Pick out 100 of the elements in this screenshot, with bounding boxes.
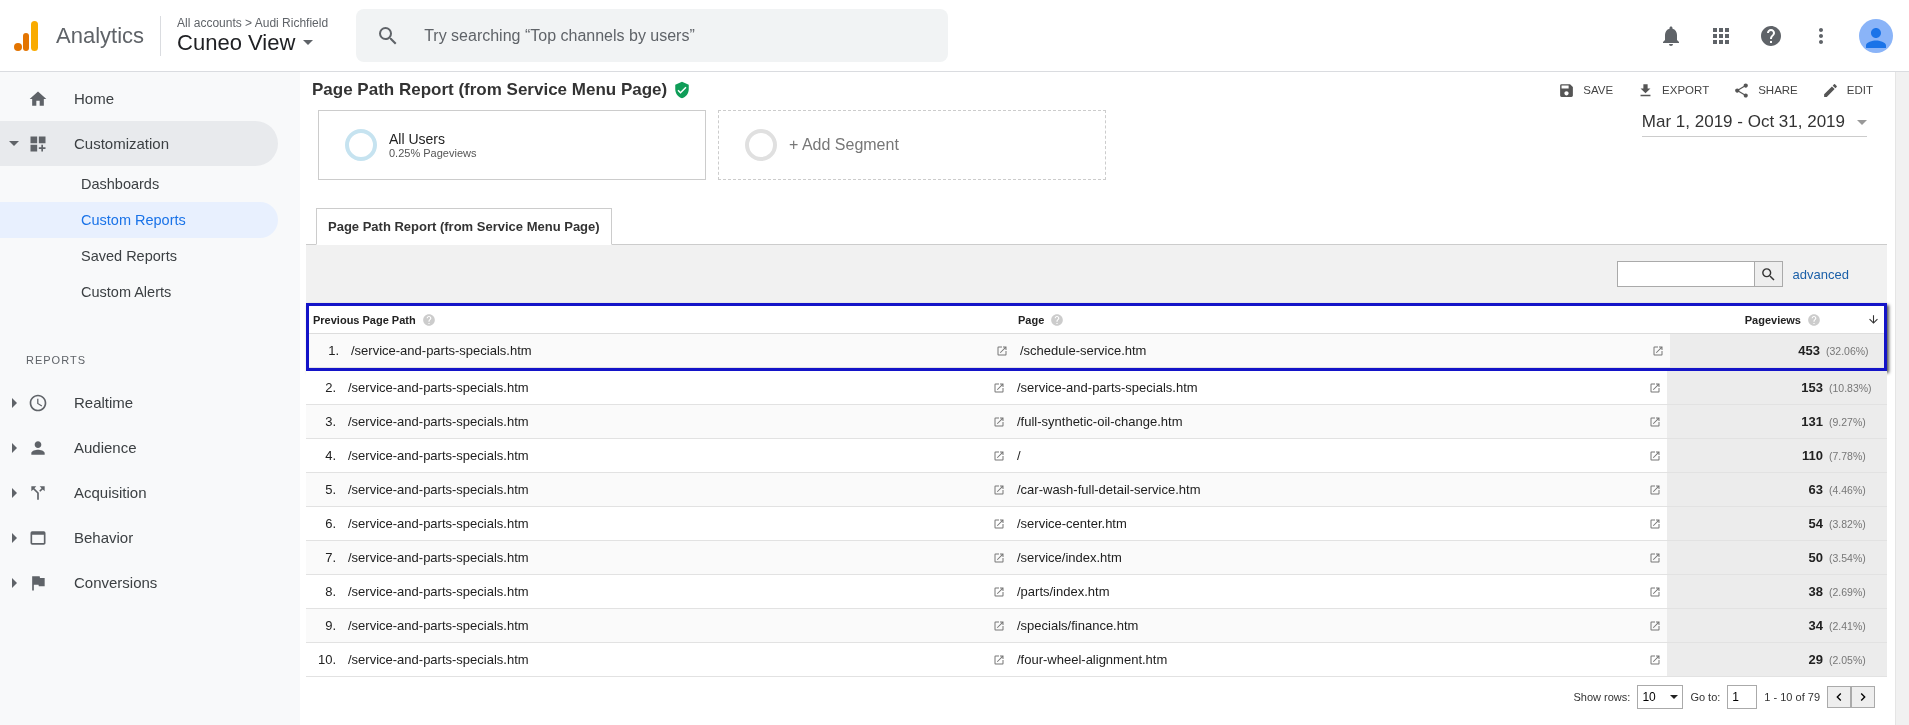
open-link-icon[interactable] [1649,415,1661,428]
open-link-icon[interactable] [993,415,1005,428]
row-number: 5. [324,482,337,497]
report-tab[interactable]: Page Path Report (from Service Menu Page) [316,208,612,245]
search-button[interactable] [1753,262,1782,286]
sidebar-subitem[interactable]: Saved Reports [0,238,278,274]
table-cell-text: /car-wash-full-detail-service.htm [1017,482,1202,497]
open-link-icon[interactable] [993,585,1005,598]
section-heading: REPORTS [26,354,87,366]
open-link-icon[interactable] [993,449,1005,462]
pageviews-value: 63 [1808,482,1823,497]
open-link-icon[interactable] [1649,381,1661,394]
table-cell-text: /service-center.htm [1017,516,1128,531]
open-link-icon[interactable] [1649,517,1661,530]
pageviews-share: (2.41%) [1829,619,1867,632]
pageviews-value: 131 [1801,414,1823,429]
caret-icon [1670,695,1679,699]
product-name: Analytics [56,22,145,49]
pageviews-share: (10.83%) [1829,381,1873,394]
open-link-icon[interactable] [996,344,1008,357]
open-link-icon[interactable] [1649,653,1661,666]
goto-label: Go to: [1690,691,1721,703]
sidebar-item[interactable]: Realtime [0,380,278,425]
open-link-icon[interactable] [1649,585,1661,598]
next-page-button[interactable] [1851,686,1875,708]
search-icon [1759,265,1777,283]
open-link-icon[interactable] [1649,619,1661,632]
sidebar-subitem[interactable]: Custom Reports [0,202,278,238]
sidebar-item[interactable]: Acquisition [0,470,278,515]
open-link-icon[interactable] [993,619,1005,632]
view-selector[interactable]: Cuneo View [177,29,329,56]
open-link-icon[interactable] [993,551,1005,564]
date-range-picker[interactable]: Mar 1, 2019 - Oct 31, 2019 [1641,110,1867,137]
table-cell-text: /specials/finance.htm [1017,618,1140,633]
caret-icon [11,577,17,588]
segment-detail: 0.25% Pageviews [389,147,477,159]
table-cell-text: /service/index.htm [1017,550,1123,565]
pageviews-value: 153 [1801,380,1823,395]
row-number: 3. [324,414,337,429]
table-cell-text: /service-and-parts-specials.htm [348,448,530,463]
table-cell-text: /service-and-parts-specials.htm [348,652,530,667]
toolbar-action[interactable]: EXPORT [1637,81,1710,99]
open-link-icon[interactable] [1649,449,1661,462]
caret-icon [1857,119,1867,125]
toolbar-action[interactable]: SHARE [1733,81,1798,99]
page-range: 1 - 10 of 79 [1764,691,1820,703]
open-link-icon[interactable] [1649,483,1661,496]
pageviews-share: (32.06%) [1826,344,1870,357]
sort-arrow-icon[interactable] [1867,313,1880,326]
account-breadcrumb[interactable]: All accounts > Audi Richfield [177,15,329,30]
table-cell-text: /service-and-parts-specials.htm [1017,380,1199,395]
pageviews-value: 110 [1802,448,1823,463]
segment-card[interactable]: + Add Segment [718,110,1106,180]
sidebar-subitem[interactable]: Dashboards [0,166,278,202]
open-link-icon[interactable] [993,381,1005,394]
shield-check-icon [673,81,692,99]
search-field[interactable]: Try searching “Top channels by users” [356,9,949,62]
pageviews-value: 453 [1798,343,1820,358]
caret-icon [11,442,17,453]
sidebar-subitem[interactable]: Custom Alerts [0,274,278,310]
open-link-icon[interactable] [993,653,1005,666]
sidebar-item[interactable]: Audience [0,425,278,470]
pageviews-share: (2.69%) [1829,585,1867,598]
sidebar-item[interactable]: Behavior [0,515,278,560]
row-number: 6. [324,516,337,531]
help-icon[interactable] [1759,23,1783,48]
segment-card[interactable]: All Users 0.25% Pageviews [318,110,706,180]
column-header[interactable]: Previous Page Path [313,313,416,326]
pencil-icon [1821,81,1839,99]
avatar[interactable] [1859,18,1893,53]
open-link-icon[interactable] [1649,551,1661,564]
toolbar-action[interactable]: SAVE [1558,81,1614,99]
rows-select[interactable]: 10 [1637,685,1684,709]
table-cell-text: /service-and-parts-specials.htm [351,343,533,358]
segment-name: All Users [389,131,446,147]
pageviews-value: 54 [1808,516,1823,531]
toolbar-action[interactable]: EDIT [1821,81,1873,99]
pageviews-value: 38 [1808,584,1823,599]
pageviews-share: (3.82%) [1829,517,1867,530]
row-number: 9. [324,618,337,633]
save-icon [1558,81,1576,99]
open-link-icon[interactable] [1652,344,1664,357]
sidebar-item[interactable]: Conversions [0,560,278,605]
sidebar-item[interactable]: Customization [0,121,278,166]
previous-page-button[interactable] [1827,686,1851,708]
advanced-link[interactable]: advanced [1792,266,1849,282]
pageviews-share: (3.54%) [1829,551,1867,564]
column-header[interactable]: Page [1018,313,1045,326]
row-number: 2. [324,380,337,395]
sidebar-item[interactable]: Home [0,76,278,121]
filter-field[interactable] [1616,261,1783,287]
scrollbar[interactable] [1895,72,1909,725]
report-title: Page Path Report (from Service Menu Page) [312,80,668,100]
search-input[interactable]: Try searching “Top channels by users” [422,25,929,46]
caret-icon [11,487,17,498]
open-link-icon[interactable] [993,483,1005,496]
table-cell-text: /parts/index.htm [1017,584,1111,599]
goto-field[interactable]: 1 [1727,685,1758,709]
column-header[interactable]: Pageviews [1744,313,1801,326]
open-link-icon[interactable] [993,517,1005,530]
